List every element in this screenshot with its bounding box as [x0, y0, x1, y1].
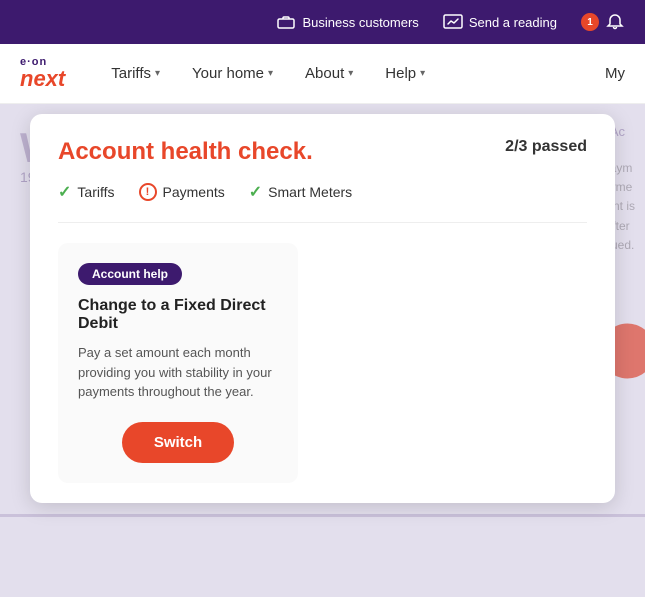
check-label-payments: Payments — [163, 184, 225, 200]
health-check-header: Account health check. 2/3 passed — [58, 138, 587, 166]
nav-item-help[interactable]: Help ▾ — [369, 44, 441, 104]
nav-label-help: Help — [385, 65, 416, 82]
check-label-tariffs: Tariffs — [77, 184, 114, 200]
nav-item-my[interactable]: My — [605, 65, 625, 82]
send-reading-label: Send a reading — [469, 15, 557, 30]
nav-item-your-home[interactable]: Your home ▾ — [176, 44, 289, 104]
notification-link[interactable]: 1 — [581, 12, 625, 32]
bg-content: Wo 192 G Ac t paympaymement iss afteriss… — [0, 104, 645, 597]
bell-icon — [605, 12, 625, 32]
health-check-score: 2/3 passed — [505, 138, 587, 156]
check-icon-smart-meters: ✓ — [249, 182, 262, 202]
check-item-payments: ! Payments — [139, 183, 225, 201]
account-help-card: Account help Change to a Fixed Direct De… — [58, 243, 298, 483]
switch-button[interactable]: Switch — [122, 422, 234, 463]
account-help-badge: Account help — [78, 263, 182, 285]
nav-bar: e·on next Tariffs ▾ Your home ▾ About ▾ … — [0, 44, 645, 104]
chevron-down-icon: ▾ — [420, 68, 425, 79]
nav-label-your-home: Your home — [192, 65, 264, 82]
nav-label-about: About — [305, 65, 344, 82]
logo-next: next — [20, 68, 65, 90]
business-customers-link[interactable]: Business customers — [276, 12, 418, 32]
check-item-tariffs: ✓ Tariffs — [58, 182, 115, 202]
nav-items: Tariffs ▾ Your home ▾ About ▾ Help ▾ My — [95, 44, 625, 104]
nav-label-tariffs: Tariffs — [111, 65, 151, 82]
business-customers-label: Business customers — [302, 15, 418, 30]
health-check-title: Account health check. — [58, 138, 313, 166]
check-icon-tariffs: ✓ — [58, 182, 71, 202]
send-reading-link[interactable]: Send a reading — [443, 12, 557, 32]
nav-item-tariffs[interactable]: Tariffs ▾ — [95, 44, 176, 104]
chevron-down-icon: ▾ — [155, 68, 160, 79]
meter-icon — [443, 12, 463, 32]
account-help-description: Pay a set amount each month providing yo… — [78, 343, 278, 402]
briefcase-icon — [276, 12, 296, 32]
notification-badge: 1 — [581, 13, 599, 31]
check-label-smart-meters: Smart Meters — [268, 184, 352, 200]
account-help-title: Change to a Fixed Direct Debit — [78, 297, 278, 333]
logo[interactable]: e·on next — [20, 57, 65, 90]
nav-label-my: My — [605, 65, 625, 82]
nav-item-about[interactable]: About ▾ — [289, 44, 369, 104]
chevron-down-icon: ▾ — [348, 68, 353, 79]
check-item-smart-meters: ✓ Smart Meters — [249, 182, 352, 202]
health-check-items: ✓ Tariffs ! Payments ✓ Smart Meters — [58, 182, 587, 202]
warning-icon-payments: ! — [139, 183, 157, 201]
divider — [58, 222, 587, 223]
chevron-down-icon: ▾ — [268, 68, 273, 79]
health-check-card: Account health check. 2/3 passed ✓ Tarif… — [30, 114, 615, 503]
top-bar: Business customers Send a reading 1 — [0, 0, 645, 44]
